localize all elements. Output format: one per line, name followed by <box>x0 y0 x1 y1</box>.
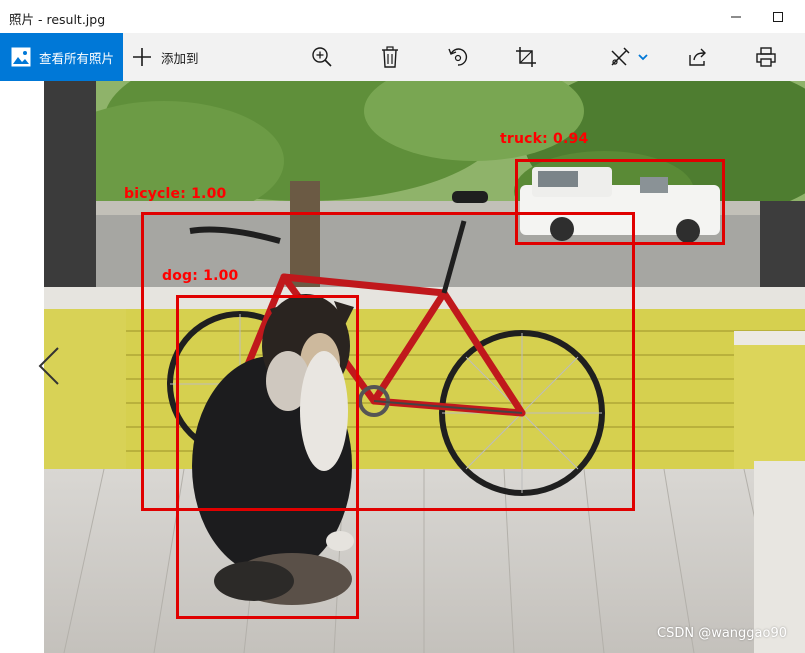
csdn-watermark: CSDN @wanggao90 <box>657 626 787 641</box>
rotate-icon <box>448 48 468 66</box>
add-to-button[interactable]: 添加到 <box>132 33 199 81</box>
chevron-left-icon <box>38 347 59 385</box>
delete-icon <box>382 46 398 68</box>
title-bar: 照片 - result.jpg <box>0 0 805 33</box>
crop-button[interactable] <box>512 43 540 71</box>
view-all-photos-button[interactable]: 查看所有照片 <box>0 33 123 81</box>
window-title: 照片 - result.jpg <box>9 12 106 27</box>
share-button[interactable] <box>684 43 712 71</box>
plus-icon <box>132 47 152 67</box>
bicycle-detection-label: bicycle: 1.00 <box>124 186 227 202</box>
zoom-button[interactable] <box>308 43 336 71</box>
maximize-button[interactable] <box>755 0 801 33</box>
print-button[interactable] <box>752 43 780 71</box>
image-viewer[interactable]: truck: 0.94 bicycle: 1.00 dog: 1.00 CSDN… <box>0 81 805 653</box>
rotate-button[interactable] <box>444 43 472 71</box>
toolbar: 查看所有照片 添加到 <box>0 33 805 81</box>
view-all-photos-label: 查看所有照片 <box>39 50 115 66</box>
photos-app-window: 照片 - result.jpg 查看所有照片 添加到 truck: 0.94 b… <box>0 0 805 653</box>
previous-image-button[interactable] <box>36 346 62 386</box>
dog-detection-label: dog: 1.00 <box>162 268 239 284</box>
crop-icon <box>516 47 536 67</box>
zoom-in-icon <box>312 47 332 67</box>
truck-detection-label: truck: 0.94 <box>500 131 589 147</box>
edit-create-button[interactable] <box>606 43 634 71</box>
add-to-label: 添加到 <box>161 50 199 66</box>
delete-button[interactable] <box>376 43 404 71</box>
edit-icon <box>611 47 630 66</box>
dog-detection-box <box>176 295 359 619</box>
photos-icon <box>11 47 31 67</box>
print-icon <box>756 47 776 67</box>
chevron-down-icon[interactable] <box>638 52 648 62</box>
maximize-icon <box>773 11 783 22</box>
share-icon <box>689 48 706 66</box>
minimize-icon <box>731 16 741 17</box>
minimize-button[interactable] <box>713 0 759 33</box>
